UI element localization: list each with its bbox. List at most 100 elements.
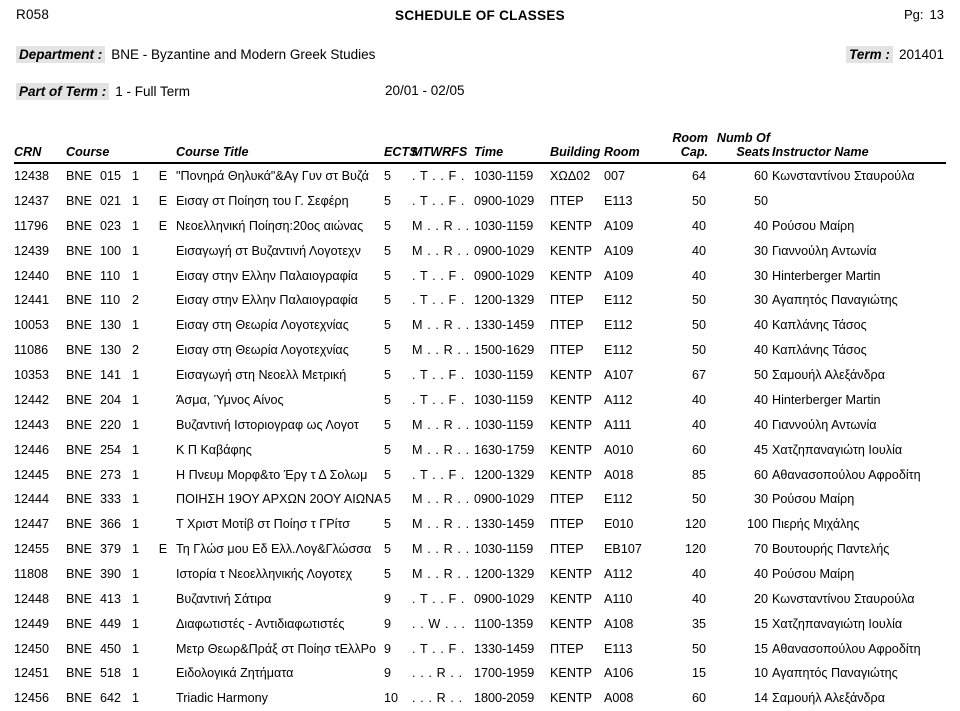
table-cell-seats: 40 — [754, 417, 769, 432]
table-cell-section: 1 — [132, 616, 140, 631]
table-cell-building: ΠΤΕΡ — [550, 492, 584, 507]
table-cell-crn: 12455 — [14, 542, 50, 557]
table-cell-ects: 5 — [384, 243, 392, 258]
table-row[interactable]: 12440 BNE 110 1 Εισαγ στην Ελλην Παλαιογραφί… — [14, 264, 946, 289]
table-cell-eflag — [154, 313, 176, 338]
table-row[interactable]: 12451 BNE 518 1 Ειδολογικά Ζητήματα 9 . . . R … — [14, 661, 946, 686]
table-row[interactable]: 12444 BNE 333 1 ΠΟΙΗΣΗ 19ΟΥ ΑΡΧΩΝ 20ΟΥ ΑΙΩΝΑ… — [14, 487, 946, 512]
table-row[interactable]: 11796 BNE 023 1 E Νεοελληνική Ποίηση:20ος αιώ… — [14, 214, 946, 239]
table-cell-room-cap: 50 — [692, 293, 707, 308]
term-label: Term : — [846, 46, 893, 63]
table-cell-crn: 12438 — [14, 169, 50, 184]
table-cell-time: 1330-1459 — [474, 641, 535, 656]
table-cell-course-title: Τ Χριστ Μοτίβ στ Ποίησ τ ΓΡίτσ — [176, 517, 351, 532]
table-header-row: CRN Course Course Title ECTS MTWRFS Time… — [14, 131, 947, 165]
table-cell-building: ΚΕΝΤΡ — [550, 591, 593, 606]
table-cell-time: 1630-1759 — [474, 442, 535, 457]
table-cell-course-title: Εισαγ στην Ελλην Παλαιογραφία — [176, 268, 358, 283]
table-cell-crn: 12446 — [14, 442, 50, 457]
table-row[interactable]: 12442 BNE 204 1 Άσμα, Ύμνος Αίνος 5 . T . . F … — [14, 388, 946, 413]
table-cell-eflag: E — [158, 194, 168, 209]
table-cell-seats: 100 — [747, 517, 769, 532]
table-cell-ects: 5 — [384, 542, 392, 557]
table-cell-course-title: Η Πνευμ Μορφ&το Έργ τ Δ Σολωμ — [176, 467, 368, 482]
table-cell-course-title: Εισαγ στη Θεωρία Λογοτεχνίας — [176, 343, 349, 358]
table-row[interactable]: 10353 BNE 141 1 Εισαγωγή στη Νεοελλ Μετρική 5… — [14, 363, 946, 388]
table-cell-room: A107 — [604, 368, 634, 383]
part-of-term-row: Part of Term : 1 - Full Term 20/01 - 02/0… — [0, 83, 960, 109]
table-row[interactable]: 12441 BNE 110 2 Εισαγ στην Ελλην Παλαιογραφί… — [14, 288, 946, 313]
table-row[interactable]: 12450 BNE 450 1 Μετρ Θεωρ&Πράξ στ Ποίησ τΕλλ… — [14, 637, 946, 662]
table-cell-subject: BNE — [66, 492, 92, 507]
table-cell-seats: 60 — [754, 467, 769, 482]
table-row[interactable]: 12456 BNE 642 1 Triadic Harmony 10 . . . R . .… — [14, 686, 946, 711]
table-cell-time: 1030-1159 — [474, 417, 534, 432]
table-cell-time: 1030-1159 — [474, 368, 534, 383]
table-row[interactable]: 12438 BNE 015 1 E "Πονηρά Θηλυκά"&Αγ Γυν στ Β… — [14, 163, 946, 189]
table-row[interactable]: 12447 BNE 366 1 Τ Χριστ Μοτίβ στ Ποίησ τ ΓΡί… — [14, 512, 946, 537]
table-cell-section: 1 — [132, 542, 140, 557]
table-cell-ects: 5 — [384, 417, 392, 432]
table-cell-crn: 12442 — [14, 392, 50, 407]
table-row[interactable]: 12449 BNE 449 1 Διαφωτιστές - Αντιδιαφωτιστέ… — [14, 612, 946, 637]
table-row[interactable]: 12445 BNE 273 1 Η Πνευμ Μορφ&το Έργ τ Δ Σολω… — [14, 463, 946, 488]
table-cell-course-number: 110 — [100, 268, 121, 283]
table-row[interactable]: 12439 BNE 100 1 Εισαγωγή στ Βυζαντινή Λογοτε… — [14, 239, 946, 264]
table-cell-course-title: ΠΟΙΗΣΗ 19ΟΥ ΑΡΧΩΝ 20ΟΥ ΑΙΩΝΑ — [176, 492, 383, 507]
table-cell-instructor: Βουτουρής Παντελής — [772, 542, 890, 557]
table-cell-course-number: 021 — [100, 194, 122, 209]
table-cell-eflag: E — [158, 542, 168, 557]
table-cell-course-title: Εισαγ στ Ποίηση του Γ. Σεφέρη — [176, 194, 349, 209]
table-row[interactable]: 12443 BNE 220 1 Βυζαντινή Ιστοριογραφ ως Λογ… — [14, 413, 946, 438]
table-cell-room-cap: 40 — [692, 392, 707, 407]
table-cell-section: 1 — [132, 417, 140, 432]
table-cell-instructor: Πιερής Μιχάλης — [772, 517, 860, 532]
table-cell-eflag — [154, 338, 176, 363]
table-cell-seats: 40 — [754, 566, 769, 581]
table-cell-subject: BNE — [66, 343, 92, 358]
table-cell-room-cap: 50 — [692, 343, 707, 358]
table-cell-mtwrfs: . T . . F . — [412, 641, 466, 656]
page-title: SCHEDULE OF CLASSES — [395, 8, 565, 23]
table-cell-room: A106 — [604, 666, 634, 681]
table-row[interactable]: 10053 BNE 130 1 Εισαγ στη Θεωρία Λογοτεχνίας… — [14, 313, 946, 338]
table-row[interactable]: 12448 BNE 413 1 Βυζαντινή Σάτιρα 9 . T . . F .… — [14, 587, 946, 612]
table-row[interactable]: 12455 BNE 379 1 E Τη Γλώσ μου Εδ Ελλ.Λογ&Γλώσ… — [14, 537, 946, 562]
table-cell-room: A110 — [604, 591, 633, 606]
table-cell-mtwrfs: M . . R . . — [412, 542, 470, 557]
table-cell-mtwrfs: M . . R . . — [412, 218, 470, 233]
table-cell-instructor: Κωνσταντίνου Σταυρούλα — [772, 169, 915, 184]
table-cell-mtwrfs: . T . . F . — [412, 392, 466, 407]
table-cell-course-title: Εισαγ στη Θεωρία Λογοτεχνίας — [176, 318, 349, 333]
table-cell-crn: 12437 — [14, 194, 50, 209]
table-cell-mtwrfs: M . . R . . — [412, 442, 470, 457]
table-cell-subject: BNE — [66, 566, 92, 581]
part-of-term-label: Part of Term : — [16, 83, 110, 100]
table-cell-seats: 10 — [754, 666, 769, 681]
table-cell-room: A112 — [604, 566, 633, 581]
table-row[interactable]: 11086 BNE 130 2 Εισαγ στη Θεωρία Λογοτεχνίας… — [14, 338, 946, 363]
table-cell-ects: 5 — [384, 368, 392, 383]
table-cell-subject: BNE — [66, 268, 92, 283]
table-cell-course-title: Τη Γλώσ μου Εδ Ελλ.Λογ&Γλώσσα — [176, 542, 372, 557]
table-cell-course-title: Μετρ Θεωρ&Πράξ στ Ποίησ τΕλλΡο — [176, 641, 377, 656]
table-row[interactable]: 12446 BNE 254 1 Κ Π Καβάφης 5 M . . R . . 1630-… — [14, 438, 946, 463]
table-cell-mtwrfs: M . . R . . — [412, 566, 470, 581]
department-label: Department : — [16, 46, 106, 63]
table-cell-section: 1 — [132, 318, 140, 333]
table-cell-room-cap: 67 — [692, 368, 707, 383]
table-cell-room-cap: 50 — [692, 318, 707, 333]
schedule-table: CRN Course Course Title ECTS MTWRFS Time… — [14, 131, 947, 711]
table-cell-building: ΚΕΝΤΡ — [550, 442, 593, 457]
table-cell-room: E113 — [604, 194, 633, 209]
table-cell-crn: 12439 — [14, 243, 50, 258]
table-cell-room: E113 — [604, 641, 633, 656]
table-cell-seats: 40 — [754, 392, 769, 407]
table-cell-subject: BNE — [66, 591, 92, 606]
table-cell-section: 1 — [132, 467, 140, 482]
table-row[interactable]: 12437 BNE 021 1 E Εισαγ στ Ποίηση του Γ. Σεφέ… — [14, 189, 946, 214]
table-cell-seats: 70 — [754, 542, 769, 557]
table-cell-room-cap: 64 — [692, 169, 707, 184]
table-cell-room: A111 — [604, 417, 632, 432]
table-row[interactable]: 11808 BNE 390 1 Ιστορία τ Νεοελληνικής Λογοτ… — [14, 562, 946, 587]
